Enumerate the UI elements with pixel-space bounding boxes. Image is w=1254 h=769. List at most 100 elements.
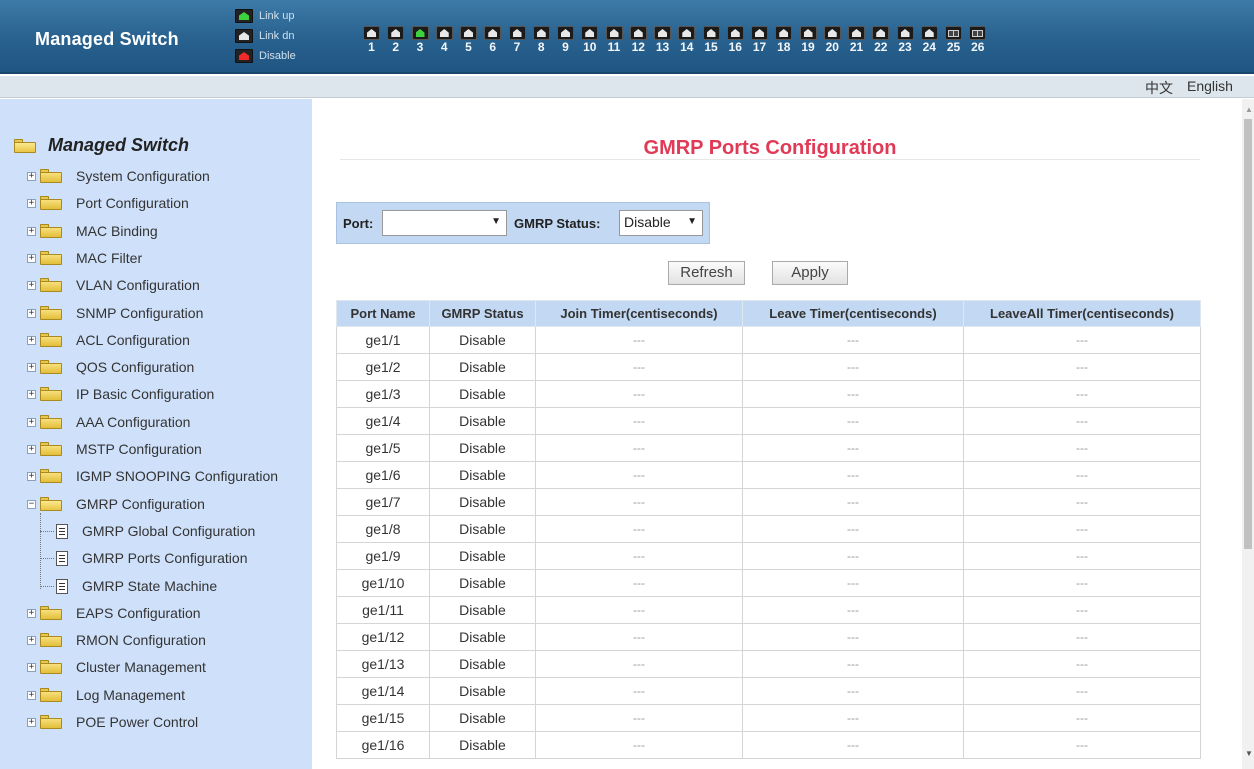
folder-icon — [40, 606, 62, 620]
folder-icon — [40, 688, 62, 702]
tree-item-label: GMRP State Machine — [82, 578, 218, 594]
ethernet-port-icon — [751, 26, 768, 40]
table-cell: Disable — [429, 326, 536, 354]
page-scrollbar[interactable]: ▲ ▼ — [1242, 99, 1254, 769]
port-9[interactable]: 9 — [556, 26, 575, 54]
sidebar-item-mac-binding[interactable]: + MAC Binding — [27, 221, 158, 241]
sidebar-item-rmon-configuration[interactable]: + RMON Configuration — [27, 630, 206, 650]
port-10[interactable]: 10 — [580, 26, 599, 54]
sidebar-item-igmp-snooping-configuration[interactable]: + IGMP SNOOPING Configuration — [27, 466, 278, 486]
port-17[interactable]: 17 — [750, 26, 769, 54]
expand-icon[interactable]: + — [27, 635, 36, 645]
sidebar-item-port-configuration[interactable]: + Port Configuration — [27, 193, 189, 213]
expand-icon[interactable]: + — [27, 471, 36, 481]
expand-icon[interactable]: + — [27, 389, 36, 399]
column-header-leaveall-timer: LeaveAll Timer(centiseconds) — [963, 300, 1201, 327]
port-18[interactable]: 18 — [774, 26, 793, 54]
sidebar-item-mac-filter[interactable]: + MAC Filter — [27, 248, 142, 268]
table-cell: --- — [963, 515, 1201, 543]
table-cell: Disable — [429, 623, 536, 651]
port-6[interactable]: 6 — [483, 26, 502, 54]
port-5[interactable]: 5 — [459, 26, 478, 54]
expand-icon[interactable]: + — [27, 417, 36, 427]
port-7[interactable]: 7 — [508, 26, 527, 54]
expand-icon[interactable]: + — [27, 280, 36, 290]
table-cell: --- — [742, 353, 964, 381]
sidebar-item-vlan-configuration[interactable]: + VLAN Configuration — [27, 275, 200, 295]
table-cell: --- — [535, 704, 743, 732]
port-22[interactable]: 22 — [871, 26, 890, 54]
tree-root[interactable]: Managed Switch — [14, 135, 189, 156]
port-12[interactable]: 12 — [629, 26, 648, 54]
ethernet-port-icon — [484, 26, 502, 40]
ethernet-port-icon — [532, 26, 550, 40]
sidebar-item-system-configuration[interactable]: + System Configuration — [27, 166, 210, 186]
sidebar-item-mstp-configuration[interactable]: + MSTP Configuration — [27, 439, 202, 459]
port-1[interactable]: 1 — [362, 26, 381, 54]
port-4[interactable]: 4 — [435, 26, 454, 54]
port-21[interactable]: 21 — [847, 26, 866, 54]
table-row: ge1/4 Disable --- --- --- — [336, 407, 1201, 435]
expand-icon[interactable]: + — [27, 198, 36, 208]
expand-icon[interactable]: + — [27, 662, 36, 672]
sidebar-item-aaa-configuration[interactable]: + AAA Configuration — [27, 412, 190, 432]
port-2[interactable]: 2 — [386, 26, 405, 54]
port-25[interactable]: 25 — [944, 26, 963, 54]
tree-item-label: QOS Configuration — [76, 359, 195, 375]
sidebar-subitem-gmrp-ports-configuration[interactable]: GMRP Ports Configuration — [56, 548, 247, 568]
port-19[interactable]: 19 — [799, 26, 818, 54]
expand-icon[interactable]: + — [27, 335, 36, 345]
language-chinese-link[interactable]: 中文 — [1145, 78, 1173, 98]
sidebar-item-gmrp-configuration[interactable]: − GMRP Configuration — [27, 494, 205, 514]
sidebar-item-snmp-configuration[interactable]: + SNMP Configuration — [27, 303, 203, 323]
tree-item-label: GMRP Configuration — [76, 496, 205, 512]
sidebar-item-ip-basic-configuration[interactable]: + IP Basic Configuration — [27, 384, 214, 404]
sidebar-item-log-management[interactable]: + Log Management — [27, 685, 185, 705]
port-26[interactable]: 26 — [968, 26, 987, 54]
expand-icon[interactable]: + — [27, 171, 36, 181]
table-cell: --- — [963, 353, 1201, 381]
sidebar-subitem-gmrp-global-configuration[interactable]: GMRP Global Configuration — [56, 521, 255, 541]
sidebar-item-poe-power-control[interactable]: + POE Power Control — [27, 712, 198, 732]
expand-icon[interactable]: + — [27, 717, 36, 727]
expand-icon[interactable]: + — [27, 608, 36, 618]
port-3[interactable]: 3 — [411, 26, 430, 54]
expand-icon[interactable]: + — [27, 362, 36, 372]
port-16[interactable]: 16 — [726, 26, 745, 54]
gmrp-status-select[interactable]: Disable ▼ — [619, 210, 703, 236]
sidebar-item-eaps-configuration[interactable]: + EAPS Configuration — [27, 603, 201, 623]
expand-icon[interactable]: + — [27, 253, 36, 263]
table-cell: --- — [742, 596, 964, 624]
scrollbar-thumb[interactable] — [1244, 119, 1252, 549]
expand-icon[interactable]: + — [27, 226, 36, 236]
legend-label: Disable — [259, 50, 296, 62]
sidebar-item-qos-configuration[interactable]: + QOS Configuration — [27, 357, 194, 377]
apply-button[interactable]: Apply — [772, 261, 848, 285]
sidebar-item-cluster-management[interactable]: + Cluster Management — [27, 657, 206, 677]
port-select[interactable]: ▼ — [382, 210, 507, 236]
expand-icon[interactable]: + — [27, 308, 36, 318]
table-cell: ge1/8 — [336, 515, 430, 543]
tree-item-label: AAA Configuration — [76, 414, 191, 430]
language-english-link[interactable]: English — [1187, 78, 1233, 94]
refresh-button[interactable]: Refresh — [668, 261, 745, 285]
tree-item-label: IP Basic Configuration — [76, 386, 215, 402]
sfp-port-icon — [945, 26, 962, 40]
table-cell: --- — [963, 326, 1201, 354]
collapse-icon[interactable]: − — [27, 499, 36, 509]
expand-icon[interactable]: + — [27, 444, 36, 454]
port-8[interactable]: 8 — [532, 26, 551, 54]
port-15[interactable]: 15 — [702, 26, 721, 54]
port-14[interactable]: 14 — [677, 26, 696, 54]
port-23[interactable]: 23 — [896, 26, 915, 54]
port-20[interactable]: 20 — [823, 26, 842, 54]
port-24[interactable]: 24 — [920, 26, 939, 54]
port-13[interactable]: 13 — [653, 26, 672, 54]
port-11[interactable]: 11 — [605, 26, 624, 54]
sidebar-subitem-gmrp-state-machine[interactable]: GMRP State Machine — [56, 576, 217, 596]
scroll-up-arrow-icon[interactable]: ▲ — [1245, 105, 1253, 114]
ethernet-port-icon — [557, 26, 574, 40]
sidebar-item-acl-configuration[interactable]: + ACL Configuration — [27, 330, 190, 350]
scroll-down-arrow-icon[interactable]: ▼ — [1245, 749, 1253, 758]
expand-icon[interactable]: + — [27, 690, 36, 700]
